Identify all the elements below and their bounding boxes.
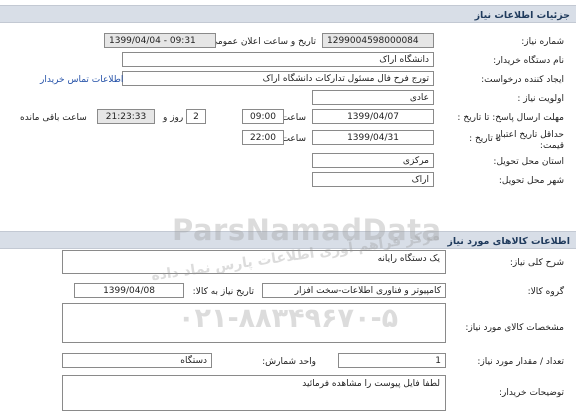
priority-field: عادی xyxy=(312,90,434,105)
reply-deadline-label: مهلت ارسال پاسخ: تا تاریخ : xyxy=(457,113,564,123)
price-validity-date-label: تا تاریخ : xyxy=(469,134,501,144)
price-validity-label-2: قیمت: xyxy=(539,141,564,151)
need-number-field: 1299004598000084 xyxy=(322,33,434,48)
reply-time-field: 09:00 xyxy=(242,109,284,124)
reply-date-field: 1399/04/07 xyxy=(312,109,434,124)
goods-group-label: گروه کالا: xyxy=(527,287,564,297)
watermark-phone: ۰۲۱-۸۸۳۴۹۶۷۰-۵ xyxy=(178,303,399,334)
unit-label: واحد شمارش: xyxy=(262,357,316,367)
buyer-contact-link[interactable]: اطلاعات تماس خریدار xyxy=(40,76,123,85)
goods-group-field: کامپیوتر و فناوری اطلاعات-سخت افزار xyxy=(262,283,446,298)
buyer-notes-label: توضیحات خریدار: xyxy=(498,388,564,398)
price-validity-date-field: 1399/04/31 xyxy=(312,130,434,145)
city-label: شهر محل تحویل: xyxy=(498,176,564,186)
buyer-name-label: نام دستگاه خریدار: xyxy=(493,56,564,66)
summary-label: شرح کلی نیاز: xyxy=(509,258,564,268)
goods-section-title: اطلاعات کالاهای مورد نیاز xyxy=(447,236,570,247)
remaining-time-field: 21:23:33 xyxy=(97,109,155,124)
days-label: روز و xyxy=(163,113,184,123)
remaining-label: ساعت باقی مانده xyxy=(20,113,87,123)
days-remaining-field: 2 xyxy=(186,109,206,124)
buyer-notes-field: لطفا فایل پیوست را مشاهده فرمائید xyxy=(62,375,446,411)
page-title: جزئیات اطلاعات نیاز xyxy=(474,10,570,21)
priority-label: اولویت نیاز : xyxy=(517,94,564,104)
unit-field: دستگاه xyxy=(62,353,212,368)
reply-time-label: ساعت xyxy=(281,113,307,123)
announce-field: 1399/04/04 - 09:31 xyxy=(104,33,216,48)
province-label: استان محل تحویل: xyxy=(493,157,564,167)
need-date-label: تاریخ نیاز به کالا: xyxy=(192,287,254,297)
city-field: اراک xyxy=(312,172,434,187)
price-validity-time-label: ساعت xyxy=(281,134,307,144)
price-validity-label: حداقل تاریخ اعتبار xyxy=(496,130,564,140)
price-validity-time-field: 22:00 xyxy=(242,130,284,145)
creator-label: ایجاد کننده درخواست: xyxy=(481,75,564,85)
creator-field: تورج فرح فال مسئول تدارکات دانشگاه اراک xyxy=(122,71,434,86)
quantity-field: 1 xyxy=(338,353,446,368)
buyer-name-field: دانشگاه اراک xyxy=(122,52,434,67)
need-date-field: 1399/04/08 xyxy=(74,283,184,298)
need-number-label: شماره نیاز: xyxy=(521,37,564,47)
page-header: جزئیات اطلاعات نیاز xyxy=(0,5,576,23)
specs-label: مشخصات کالای مورد نیاز: xyxy=(465,323,564,333)
quantity-label: تعداد / مقدار مورد نیاز: xyxy=(477,357,564,367)
province-field: مرکزی xyxy=(312,153,434,168)
announce-label: تاریخ و ساعت اعلان عمومی: xyxy=(207,37,316,47)
